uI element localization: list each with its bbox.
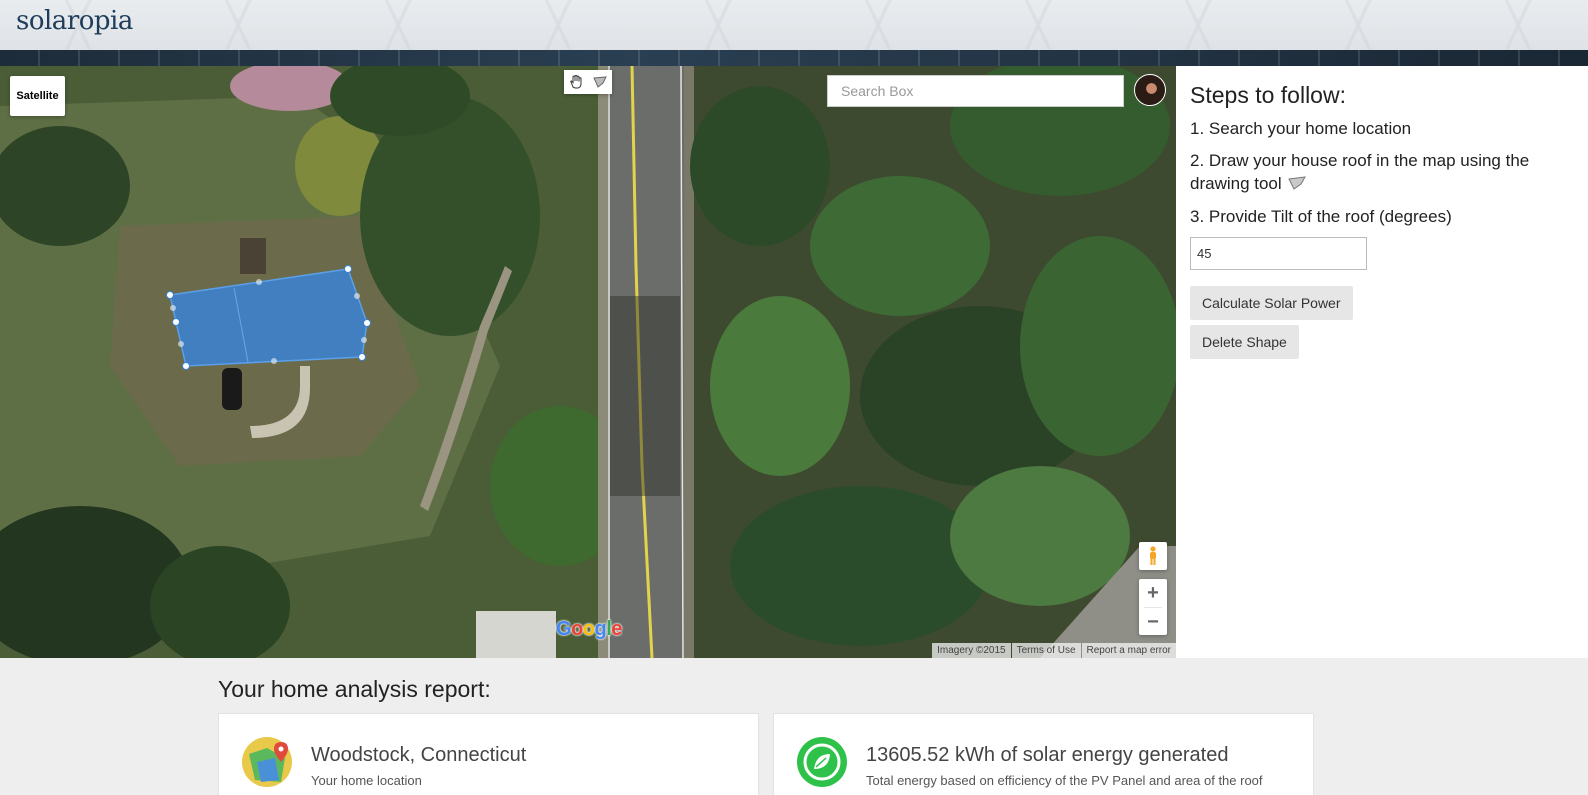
step-tilt: 3. Provide Tilt of the roof (degrees) xyxy=(1190,207,1452,227)
report-title: Your home analysis report: xyxy=(218,676,491,702)
location-card: Woodstock, Connecticut Your home locatio… xyxy=(218,713,759,795)
report-map-error-link[interactable]: Report a map error xyxy=(1081,643,1176,658)
eco-leaf-icon xyxy=(796,736,848,788)
user-avatar[interactable] xyxy=(1134,74,1166,106)
steps-panel: Steps to follow: 1. Search your home loc… xyxy=(1176,66,1588,658)
street-view-pegman-icon[interactable] xyxy=(1139,542,1167,570)
app-header: solaropia xyxy=(0,0,1588,50)
delete-shape-button[interactable]: Delete Shape xyxy=(1190,325,1299,359)
header-banner-strip xyxy=(0,50,1588,66)
google-logo: Google xyxy=(556,618,622,640)
energy-label: Total energy based on efficiency of the … xyxy=(866,773,1263,788)
polygon-draw-icon[interactable] xyxy=(588,70,612,94)
energy-value: 13605.52 kWh of solar energy generated xyxy=(866,744,1228,767)
map-attribution: Imagery ©2015 Terms of Use Report a map … xyxy=(931,643,1176,658)
app-logo[interactable]: solaropia xyxy=(16,6,133,36)
location-label: Your home location xyxy=(311,773,422,788)
steps-title: Steps to follow: xyxy=(1190,82,1346,108)
step-draw: 2. Draw your house roof in the map using… xyxy=(1190,149,1574,196)
calculate-solar-power-button[interactable]: Calculate Solar Power xyxy=(1190,286,1353,320)
header-pattern xyxy=(0,0,1588,50)
energy-card: 13605.52 kWh of solar energy generated T… xyxy=(773,713,1314,795)
roof-tilt-input[interactable] xyxy=(1190,237,1367,271)
map-type-satellite-button[interactable]: Satellite xyxy=(10,76,65,116)
terms-of-use-link[interactable]: Terms of Use xyxy=(1011,643,1081,658)
step-draw-text: 2. Draw your house roof in the map using… xyxy=(1190,151,1530,193)
imagery-credit: Imagery ©2015 xyxy=(932,643,1011,658)
energy-unit: kWh of solar energy generated xyxy=(954,744,1229,766)
pan-hand-icon[interactable] xyxy=(564,70,588,94)
satellite-imagery xyxy=(0,66,1176,658)
location-value: Woodstock, Connecticut xyxy=(311,744,527,766)
energy-number: 13605.52 xyxy=(866,744,950,766)
zoom-out-button[interactable]: − xyxy=(1139,608,1167,636)
step-search: 1. Search your home location xyxy=(1190,119,1412,138)
satellite-map[interactable]: Satellite + − Google Imagery ©2015 Terms… xyxy=(0,66,1176,658)
zoom-in-button[interactable]: + xyxy=(1139,579,1167,607)
drawing-toolbar xyxy=(564,70,612,94)
polygon-draw-icon xyxy=(1287,173,1306,196)
map-search-input[interactable] xyxy=(827,75,1124,107)
zoom-control: + − xyxy=(1139,579,1167,635)
map-pin-icon xyxy=(241,736,293,788)
